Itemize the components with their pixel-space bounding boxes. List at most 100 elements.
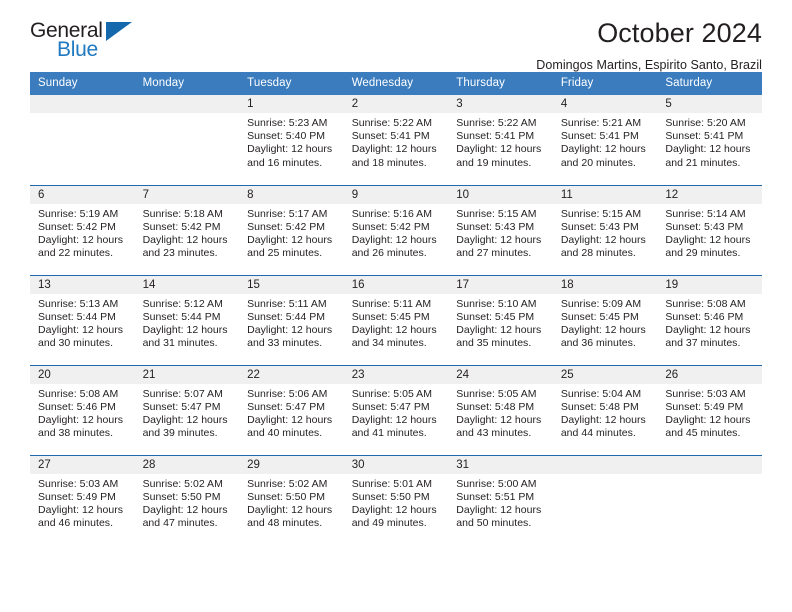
day-cell-content [134,95,240,185]
day-detail-line: Daylight: 12 hours [456,323,542,336]
calendar-day-cell[interactable]: 22 Sunrise: 5:06 AM Sunset: 5:47 PM Dayligh… [239,364,344,455]
day-detail-line: Sunset: 5:42 PM [351,220,430,233]
day-detail-line: Sunset: 5:42 PM [38,220,116,233]
day-cell-content: 2 Sunrise: 5:22 AM Sunset: 5:41 PM Daylight… [343,95,449,185]
day-details [553,474,658,478]
calendar-day-cell[interactable]: 2 Sunrise: 5:22 AM Sunset: 5:41 PM Daylight… [343,95,449,185]
weekday-header-sunday: Sunday [30,72,135,95]
calendar-day-cell[interactable]: 4 Sunrise: 5:21 AM Sunset: 5:41 PM Daylight… [552,95,658,185]
day-details: Sunrise: 5:15 AM Sunset: 5:43 PM Daylight:… [448,204,553,261]
day-detail-line: Sunrise: 5:20 AM [665,117,746,129]
day-detail-line: and 16 minutes. [247,156,323,169]
calendar-day-cell[interactable]: 25 Sunrise: 5:04 AM Sunset: 5:48 PM Dayligh… [552,364,658,455]
calendar-day-cell[interactable]: 14 Sunrise: 5:12 AM Sunset: 5:44 PM Dayligh… [134,274,240,365]
day-detail-line: Sunset: 5:47 PM [351,400,430,413]
day-detail-line: Daylight: 12 hours [351,413,437,426]
day-cell-content: 6 Sunrise: 5:19 AM Sunset: 5:42 PM Daylight… [30,185,135,275]
calendar-day-cell[interactable]: 24 Sunrise: 5:05 AM Sunset: 5:48 PM Dayligh… [448,364,553,455]
calendar-day-cell[interactable]: 9 Sunrise: 5:16 AM Sunset: 5:42 PM Daylight… [343,184,449,275]
day-detail-line: Daylight: 12 hours [142,503,228,516]
calendar-day-cell[interactable]: 18 Sunrise: 5:09 AM Sunset: 5:45 PM Dayligh… [552,274,658,365]
logo-text-blue: Blue [57,38,98,61]
day-detail-line: Daylight: 12 hours [247,413,333,426]
day-details: Sunrise: 5:13 AM Sunset: 5:44 PM Daylight:… [30,294,135,351]
calendar-day-cell[interactable]: 12 Sunrise: 5:14 AM Sunset: 5:43 PM Dayligh… [657,184,762,275]
day-detail-line: and 21 minutes. [665,156,741,169]
day-detail-line: Daylight: 12 hours [142,233,228,246]
day-cell-content: 26 Sunrise: 5:03 AM Sunset: 5:49 PM Dayligh… [657,365,762,455]
day-detail-line: Sunset: 5:51 PM [456,490,535,503]
generalblue-logo[interactable]: General Blue [30,16,148,60]
calendar-day-cell[interactable]: 29 Sunrise: 5:02 AM Sunset: 5:50 PM Dayligh… [239,454,344,545]
day-number: 14 [134,275,240,294]
calendar-day-cell[interactable]: 7 Sunrise: 5:18 AM Sunset: 5:42 PM Daylight… [134,184,240,275]
day-number: 10 [448,185,553,204]
calendar-day-cell[interactable]: 3 Sunrise: 5:22 AM Sunset: 5:41 PM Daylight… [448,95,553,185]
day-cell-content: 22 Sunrise: 5:06 AM Sunset: 5:47 PM Dayligh… [239,365,344,455]
calendar-day-cell[interactable]: 30 Sunrise: 5:01 AM Sunset: 5:50 PM Dayligh… [343,454,449,545]
calendar-empty-cell [552,454,658,545]
calendar-day-cell[interactable]: 31 Sunrise: 5:00 AM Sunset: 5:51 PM Dayligh… [448,454,553,545]
calendar-day-cell[interactable]: 17 Sunrise: 5:10 AM Sunset: 5:45 PM Dayligh… [448,274,553,365]
day-detail-line: and 50 minutes. [456,517,532,530]
calendar-day-cell[interactable]: 13 Sunrise: 5:13 AM Sunset: 5:44 PM Dayligh… [30,274,135,365]
title-block: October 2024 Domingos Martins, Espirito … [536,16,762,72]
calendar-day-cell[interactable]: 10 Sunrise: 5:15 AM Sunset: 5:43 PM Dayligh… [448,184,553,275]
day-details: Sunrise: 5:05 AM Sunset: 5:47 PM Daylight:… [344,384,449,441]
weekday-header-tuesday: Tuesday [239,72,344,95]
day-details: Sunrise: 5:18 AM Sunset: 5:42 PM Daylight:… [135,204,240,261]
calendar-day-cell[interactable]: 1 Sunrise: 5:23 AM Sunset: 5:40 PM Daylight… [239,95,344,185]
day-number: 27 [30,455,135,474]
day-number: 4 [552,95,658,113]
day-detail-line: Daylight: 12 hours [351,233,437,246]
day-number: 7 [134,185,240,204]
day-details: Sunrise: 5:21 AM Sunset: 5:41 PM Daylight:… [553,113,658,170]
day-detail-line: Sunset: 5:47 PM [142,400,221,413]
day-number: 29 [239,455,344,474]
day-details: Sunrise: 5:23 AM Sunset: 5:40 PM Daylight:… [239,113,344,170]
day-detail-line: Sunset: 5:45 PM [351,310,430,323]
day-number: 16 [343,275,449,294]
calendar-week-row: 6 Sunrise: 5:19 AM Sunset: 5:42 PM Daylight… [30,184,762,275]
day-detail-line: and 34 minutes. [351,337,427,350]
day-detail-line: Sunrise: 5:14 AM [665,207,746,220]
day-detail-line: Sunset: 5:48 PM [456,400,535,413]
calendar-day-cell[interactable]: 27 Sunrise: 5:03 AM Sunset: 5:49 PM Dayligh… [30,454,135,545]
day-cell-content: 11 Sunrise: 5:15 AM Sunset: 5:43 PM Dayligh… [552,185,658,275]
day-cell-content: 1 Sunrise: 5:23 AM Sunset: 5:40 PM Daylight… [239,95,344,185]
calendar-day-cell[interactable]: 15 Sunrise: 5:11 AM Sunset: 5:44 PM Dayligh… [239,274,344,365]
day-number [552,455,658,474]
day-cell-content: 28 Sunrise: 5:02 AM Sunset: 5:50 PM Dayligh… [134,455,240,546]
calendar-day-cell[interactable]: 5 Sunrise: 5:20 AM Sunset: 5:41 PM Daylight… [657,95,762,185]
calendar-day-cell[interactable]: 20 Sunrise: 5:08 AM Sunset: 5:46 PM Dayligh… [30,364,135,455]
day-number: 22 [239,365,344,384]
day-detail-line: Sunrise: 5:02 AM [247,477,328,490]
day-detail-line: Sunset: 5:46 PM [38,400,116,413]
day-detail-line: Daylight: 12 hours [665,413,751,426]
day-detail-line: and 29 minutes. [665,247,741,260]
calendar-day-cell[interactable]: 21 Sunrise: 5:07 AM Sunset: 5:47 PM Dayligh… [134,364,240,455]
day-detail-line: Sunrise: 5:11 AM [351,297,432,310]
calendar-page: General Blue October 2024 Domingos Marti… [0,0,792,612]
day-detail-line: and 48 minutes. [247,517,323,530]
weekday-header-wednesday: Wednesday [343,72,449,95]
day-detail-line: Sunrise: 5:03 AM [38,477,119,490]
calendar-day-cell[interactable]: 11 Sunrise: 5:15 AM Sunset: 5:43 PM Dayligh… [552,184,658,275]
calendar-day-cell[interactable]: 23 Sunrise: 5:05 AM Sunset: 5:47 PM Dayligh… [343,364,449,455]
day-detail-line: Sunset: 5:45 PM [560,310,639,323]
day-cell-content: 18 Sunrise: 5:09 AM Sunset: 5:45 PM Dayligh… [552,275,658,365]
day-number [657,455,762,474]
calendar-day-cell[interactable]: 28 Sunrise: 5:02 AM Sunset: 5:50 PM Dayligh… [134,454,240,546]
day-detail-line: Sunset: 5:46 PM [665,310,744,323]
calendar-day-cell[interactable]: 26 Sunrise: 5:03 AM Sunset: 5:49 PM Dayligh… [657,364,762,455]
day-number: 13 [30,275,135,294]
day-cell-content: 15 Sunrise: 5:11 AM Sunset: 5:44 PM Dayligh… [239,275,344,365]
calendar-week-row: 27 Sunrise: 5:03 AM Sunset: 5:49 PM Dayligh… [30,454,762,546]
calendar-day-cell[interactable]: 19 Sunrise: 5:08 AM Sunset: 5:46 PM Dayligh… [657,274,762,365]
calendar-day-cell[interactable]: 16 Sunrise: 5:11 AM Sunset: 5:45 PM Dayligh… [343,274,449,365]
calendar-week-row: 20 Sunrise: 5:08 AM Sunset: 5:46 PM Dayligh… [30,364,762,455]
day-detail-line: Sunset: 5:49 PM [665,400,744,413]
calendar-day-cell[interactable]: 6 Sunrise: 5:19 AM Sunset: 5:42 PM Daylight… [30,184,135,275]
calendar-day-cell[interactable]: 8 Sunrise: 5:17 AM Sunset: 5:42 PM Daylight… [239,184,344,275]
day-cell-content: 12 Sunrise: 5:14 AM Sunset: 5:43 PM Dayligh… [657,185,762,275]
